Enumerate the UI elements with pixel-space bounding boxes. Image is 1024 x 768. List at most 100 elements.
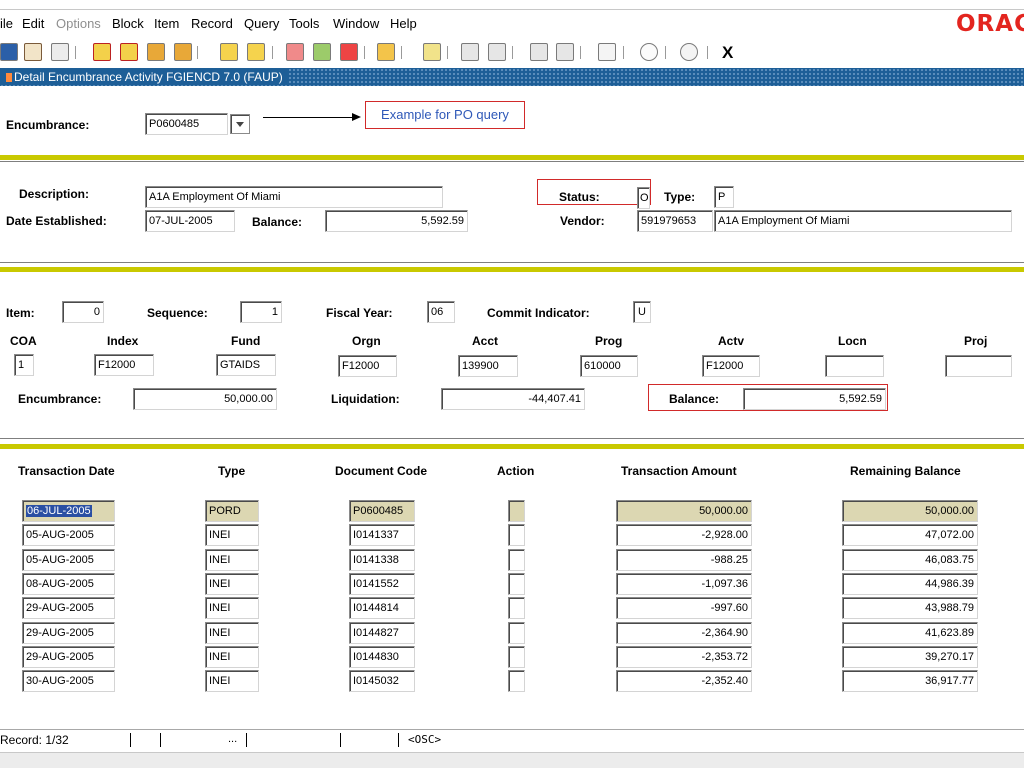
date-established-field[interactable]: 07-JUL-2005 <box>145 210 235 232</box>
action-cell[interactable] <box>508 500 525 522</box>
retrieve-icon[interactable] <box>377 43 395 61</box>
save-icon[interactable] <box>0 43 18 61</box>
item-field[interactable]: 0 <box>62 301 104 323</box>
prog-field[interactable]: 610000 <box>580 355 638 377</box>
transaction-type-cell[interactable]: INEI <box>205 597 259 619</box>
document-code-cell[interactable]: I0145032 <box>349 670 415 692</box>
acct-field[interactable]: 139900 <box>458 355 518 377</box>
transaction-date-cell[interactable]: 08-AUG-2005 <box>22 573 115 595</box>
transaction-amount-cell[interactable]: -997.60 <box>616 597 752 619</box>
action-cell[interactable] <box>508 524 525 546</box>
remaining-balance-cell[interactable]: 50,000.00 <box>842 500 978 522</box>
transaction-amount-cell[interactable]: -2,928.00 <box>616 524 752 546</box>
transaction-type-cell[interactable]: INEI <box>205 573 259 595</box>
remaining-balance-cell[interactable]: 46,083.75 <box>842 549 978 571</box>
vendor-id-field[interactable]: 591979653 <box>637 210 713 232</box>
encumbrance-key-field[interactable]: P0600485 <box>145 113 228 135</box>
orgn-field[interactable]: F12000 <box>338 355 397 377</box>
help-icon[interactable] <box>680 43 698 61</box>
transaction-amount-cell[interactable]: 50,000.00 <box>616 500 752 522</box>
transaction-date-cell[interactable]: 06-JUL-2005 <box>22 500 115 522</box>
transaction-amount-cell[interactable]: -2,353.72 <box>616 646 752 668</box>
header-balance-field[interactable]: 5,592.59 <box>325 210 468 232</box>
action-cell[interactable] <box>508 646 525 668</box>
transaction-date-cell[interactable]: 29-AUG-2005 <box>22 622 115 644</box>
proj-field[interactable] <box>945 355 1012 377</box>
remaining-balance-cell[interactable]: 47,072.00 <box>842 524 978 546</box>
clear-record-icon[interactable] <box>313 43 331 61</box>
menu-options[interactable]: Options <box>56 16 101 31</box>
action-cell[interactable] <box>508 549 525 571</box>
commit-indicator-field[interactable]: U <box>633 301 651 323</box>
remaining-balance-cell[interactable]: 41,623.89 <box>842 622 978 644</box>
next-block-icon[interactable] <box>120 43 138 61</box>
next-record-icon[interactable] <box>174 43 192 61</box>
fund-field[interactable]: GTAIDS <box>216 354 276 376</box>
item-balance-field[interactable]: 5,592.59 <box>743 388 886 410</box>
transaction-type-cell[interactable]: PORD <box>205 500 259 522</box>
item-help-icon[interactable] <box>556 43 574 61</box>
document-code-cell[interactable]: I0144814 <box>349 597 415 619</box>
transaction-amount-cell[interactable]: -2,352.40 <box>616 670 752 692</box>
menu-block[interactable]: Block <box>112 16 144 31</box>
transaction-type-cell[interactable]: INEI <box>205 646 259 668</box>
description-field[interactable]: A1A Employment Of Miami <box>145 186 443 208</box>
execute-query-icon[interactable] <box>247 43 265 61</box>
actv-field[interactable]: F12000 <box>702 355 760 377</box>
previous-record-icon[interactable] <box>147 43 165 61</box>
menu-window[interactable]: Window <box>333 16 379 31</box>
document-code-cell[interactable]: P0600485 <box>349 500 415 522</box>
index-field[interactable]: F12000 <box>94 354 154 376</box>
options-icon[interactable] <box>488 43 506 61</box>
sequence-field[interactable]: 1 <box>240 301 282 323</box>
transaction-amount-cell[interactable]: -988.25 <box>616 549 752 571</box>
print-document-icon[interactable] <box>51 43 69 61</box>
block-help-icon[interactable] <box>530 43 548 61</box>
document-code-cell[interactable]: I0144830 <box>349 646 415 668</box>
remaining-balance-cell[interactable]: 39,270.17 <box>842 646 978 668</box>
coa-field[interactable]: 1 <box>14 354 34 376</box>
type-field[interactable]: P <box>714 186 734 208</box>
action-cell[interactable] <box>508 670 525 692</box>
transaction-date-cell[interactable]: 29-AUG-2005 <box>22 597 115 619</box>
remove-record-icon[interactable] <box>340 43 358 61</box>
transaction-date-cell[interactable]: 30-AUG-2005 <box>22 670 115 692</box>
locn-field[interactable] <box>825 355 884 377</box>
fiscal-year-field[interactable]: 06 <box>427 301 455 323</box>
transaction-type-cell[interactable]: INEI <box>205 549 259 571</box>
action-cell[interactable] <box>508 573 525 595</box>
action-cell[interactable] <box>508 597 525 619</box>
transaction-amount-cell[interactable]: -2,364.90 <box>616 622 752 644</box>
document-code-cell[interactable]: I0141552 <box>349 573 415 595</box>
action-cell[interactable] <box>508 622 525 644</box>
transaction-date-cell[interactable]: 05-AUG-2005 <box>22 524 115 546</box>
menu-file[interactable]: ile <box>0 16 13 31</box>
exit-button[interactable]: X <box>722 43 733 63</box>
menu-item[interactable]: Item <box>154 16 179 31</box>
print-icon[interactable] <box>423 43 441 61</box>
transaction-type-cell[interactable]: INEI <box>205 670 259 692</box>
vendor-name-field[interactable]: A1A Employment Of Miami <box>714 210 1012 232</box>
online-help-icon[interactable] <box>640 43 658 61</box>
status-field[interactable]: O <box>637 187 650 209</box>
undo-icon[interactable] <box>24 43 42 61</box>
document-code-cell[interactable]: I0144827 <box>349 622 415 644</box>
remaining-balance-cell[interactable]: 36,917.77 <box>842 670 978 692</box>
menu-query[interactable]: Query <box>244 16 279 31</box>
transaction-type-cell[interactable]: INEI <box>205 622 259 644</box>
insert-record-icon[interactable] <box>286 43 304 61</box>
menu-edit[interactable]: Edit <box>22 16 44 31</box>
menu-record[interactable]: Record <box>191 16 233 31</box>
transaction-amount-cell[interactable]: -1,097.36 <box>616 573 752 595</box>
previous-block-icon[interactable] <box>93 43 111 61</box>
item-encumbrance-field[interactable]: 50,000.00 <box>133 388 277 410</box>
document-code-cell[interactable]: I0141337 <box>349 524 415 546</box>
document-code-cell[interactable]: I0141338 <box>349 549 415 571</box>
enter-query-icon[interactable] <box>220 43 238 61</box>
edit-icon[interactable] <box>461 43 479 61</box>
sound-icon[interactable] <box>598 43 616 61</box>
transaction-date-cell[interactable]: 29-AUG-2005 <box>22 646 115 668</box>
remaining-balance-cell[interactable]: 43,988.79 <box>842 597 978 619</box>
liquidation-field[interactable]: -44,407.41 <box>441 388 585 410</box>
menu-tools[interactable]: Tools <box>289 16 319 31</box>
